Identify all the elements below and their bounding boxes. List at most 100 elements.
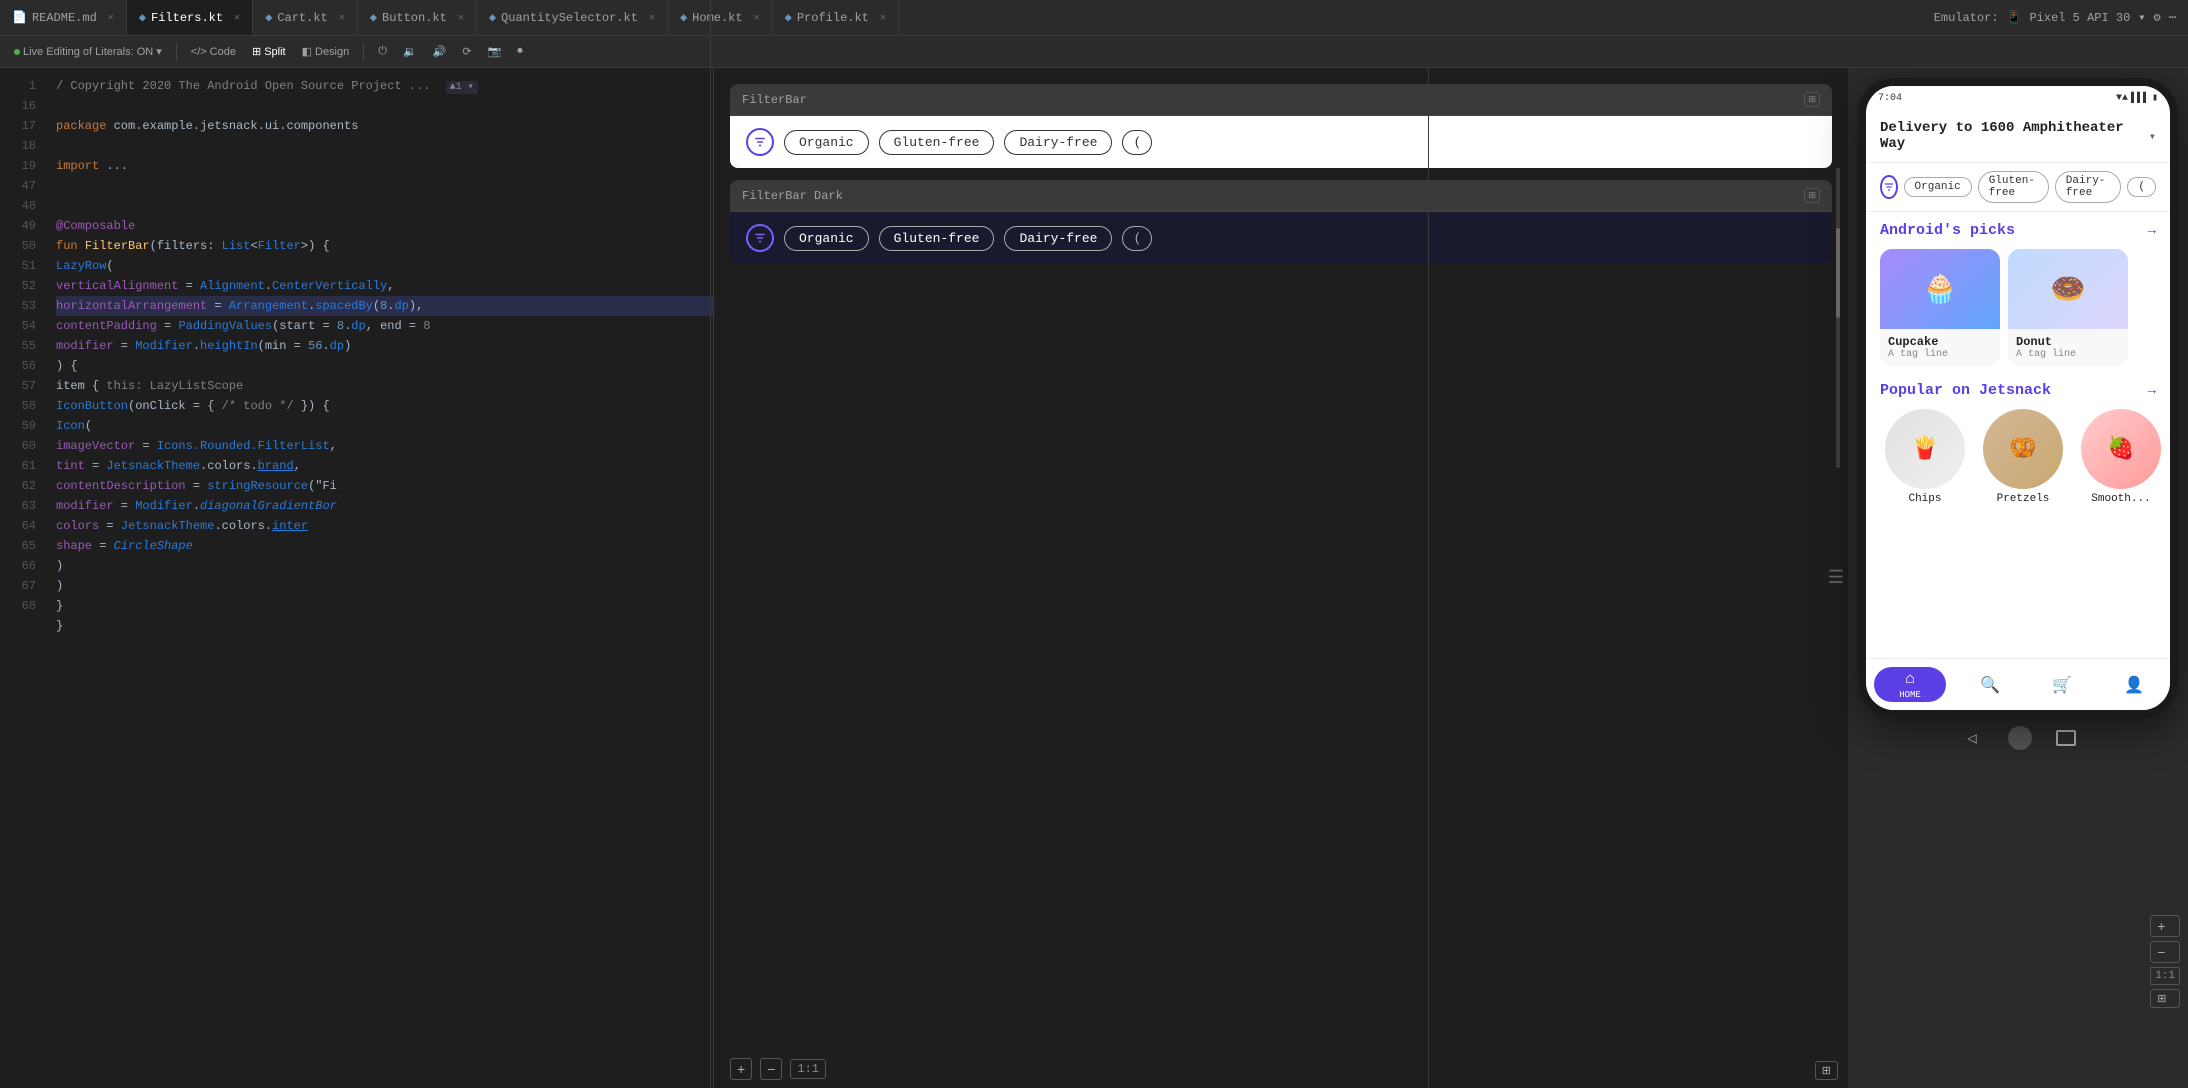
popular-arrow-icon[interactable]: → [2148, 383, 2156, 399]
chip-more-dark[interactable]: ( [1122, 226, 1152, 251]
tab-filters[interactable]: ◆ Filters.kt ✕ [127, 0, 253, 35]
phone-fit-button[interactable]: ⊞ [2150, 989, 2180, 1008]
close-icon[interactable]: ✕ [108, 12, 114, 24]
split-view-button[interactable]: ⊞ Split [246, 43, 292, 60]
signal-icon: ▌▌▌ [2131, 93, 2149, 104]
design-view-button[interactable]: ◧ Design [296, 43, 356, 60]
nav-profile[interactable]: 👤 [2098, 659, 2170, 710]
code-view-button[interactable]: </> Code [185, 44, 242, 60]
phone-chip-organic[interactable]: Organic [1904, 177, 1972, 197]
live-dot-icon [14, 49, 20, 55]
volume-up-button[interactable]: 🔊 [427, 43, 453, 60]
phone-recents-button[interactable] [2056, 730, 2076, 746]
design-icon: ◧ [302, 45, 312, 58]
tab-cart[interactable]: ◆ Cart.kt ✕ [253, 0, 358, 35]
emulator-info: Emulator: 📱 Pixel 5 API 30 ▾ ⚙ ⋯ [1922, 10, 2188, 25]
filter-list-icon[interactable] [746, 128, 774, 156]
phone-status-bar: 7:04 ▼▲ ▌▌▌ ▮ [1866, 86, 2170, 110]
phone-back-button[interactable]: ◁ [1960, 726, 1984, 750]
close-icon[interactable]: ✕ [754, 12, 760, 24]
phone-zoom-out[interactable]: − [2150, 941, 2180, 963]
kotlin-icon: ◆ [680, 10, 687, 25]
phone-home-button[interactable] [2008, 726, 2032, 750]
nav-cart[interactable]: 🛒 [2026, 659, 2098, 710]
phone-mockup-container: 7:04 ▼▲ ▌▌▌ ▮ Delivery to 1600 Amphithea… [1848, 68, 2188, 1088]
smoothie-name: Smooth... [2091, 493, 2150, 505]
filter-list-dark-icon[interactable] [746, 224, 774, 252]
pick-cupcake[interactable]: 🧁 Cupcake A tag line [1880, 249, 2000, 366]
pick-donut[interactable]: 🍩 Donut A tag line [2008, 249, 2128, 366]
drag-handle[interactable]: ☰ [1828, 567, 1844, 589]
expand-button[interactable]: ⊞ [1804, 188, 1820, 203]
phone-nav: ⌂ HOME 🔍 🛒 👤 [1866, 658, 2170, 710]
chips-image: 🍟 [1885, 409, 1965, 489]
kotlin-icon: ◆ [265, 10, 272, 25]
code-icon: </> [191, 46, 207, 58]
code-text[interactable]: / Copyright 2020 The Android Open Source… [44, 68, 713, 1088]
preview-scrollbar[interactable] [1836, 168, 1840, 468]
phone-zoom-in[interactable]: + [2150, 915, 2180, 937]
pick-donut-tagline: A tag line [2016, 349, 2120, 360]
chip-more[interactable]: ( [1122, 130, 1152, 155]
phone-filter-icon[interactable] [1880, 175, 1898, 199]
record-button[interactable]: ⏺ [511, 43, 529, 60]
rotate-button[interactable]: ⟳ [456, 43, 477, 60]
close-icon[interactable]: ✕ [339, 12, 345, 24]
close-icon[interactable]: ✕ [649, 12, 655, 24]
close-icon[interactable]: ✕ [880, 12, 886, 24]
phone-bottom-nav: ◁ [1960, 726, 2076, 750]
popular-smoothie[interactable]: 🍓 Smooth... [2076, 409, 2166, 505]
file-icon: 📄 [12, 10, 27, 25]
popular-pretzels[interactable]: 🥨 Pretzels [1978, 409, 2068, 505]
arrow-right-icon[interactable]: → [2148, 223, 2156, 239]
live-editing-toggle[interactable]: Live Editing of Literals: ON ▾ [8, 43, 168, 60]
delivery-bar[interactable]: Delivery to 1600 Amphitheater Way ▾ [1866, 110, 2170, 163]
phone-chip-dairy[interactable]: Dairy-free [2055, 171, 2122, 203]
tab-home[interactable]: ◆ Home.kt ✕ [668, 0, 773, 35]
chip-gluten-free-dark[interactable]: Gluten-free [879, 226, 995, 251]
expand-button[interactable]: ⊞ [1804, 92, 1820, 107]
more-icon[interactable]: ⋯ [2169, 10, 2176, 25]
popular-chips[interactable]: 🍟 Chips [1880, 409, 1970, 505]
zoom-level: 1:1 [790, 1059, 826, 1079]
pick-donut-name: Donut [2016, 335, 2120, 349]
chevron-down-icon: ▾ [156, 45, 162, 58]
home-icon: ⌂ [1905, 670, 1915, 688]
zoom-in-button[interactable]: + [730, 1058, 752, 1080]
phone-chip-gluten[interactable]: Gluten-free [1978, 171, 2049, 203]
preview-content: FilterBar ⊞ Organic Gluten-free Dairy-fr… [714, 68, 1848, 1088]
code-editor: 1 16 17 18 19 47 48 49 50 51 52 53 54 55… [0, 68, 714, 1088]
volume-down-button[interactable]: 🔉 [397, 43, 423, 60]
screenshot-button[interactable]: 📷 [482, 43, 508, 60]
tab-readme[interactable]: 📄 README.md ✕ [0, 0, 127, 35]
nav-home[interactable]: ⌂ HOME [1874, 667, 1946, 702]
phone-time: 7:04 [1878, 93, 1902, 104]
picks-row: 🧁 Cupcake A tag line 🍩 Donut A tag line [1866, 243, 2170, 372]
tab-profile[interactable]: ◆ Profile.kt ✕ [773, 0, 899, 35]
chip-gluten-free[interactable]: Gluten-free [879, 130, 995, 155]
chip-dairy-free[interactable]: Dairy-free [1004, 130, 1112, 155]
phone-chip-more[interactable]: ( [2127, 177, 2156, 197]
pick-cupcake-name: Cupcake [1888, 335, 1992, 349]
filterbar-dark-card: FilterBar Dark ⊞ Organic Gluten-free Dai… [730, 180, 1832, 264]
cart-icon: 🛒 [2052, 675, 2072, 695]
tab-button[interactable]: ◆ Button.kt ✕ [358, 0, 477, 35]
tab-quantity[interactable]: ◆ QuantitySelector.kt ✕ [477, 0, 668, 35]
filterbar-dark-label: FilterBar Dark [742, 189, 843, 203]
close-icon[interactable]: ✕ [234, 12, 240, 24]
fit-button[interactable]: ⊞ [1815, 1061, 1838, 1080]
donut-image: 🍩 [2008, 249, 2128, 329]
settings-icon[interactable]: ⚙ [2154, 10, 2161, 25]
chip-organic-dark[interactable]: Organic [784, 226, 869, 251]
nav-search[interactable]: 🔍 [1954, 659, 2026, 710]
split-icon: ⊞ [252, 45, 261, 58]
close-icon[interactable]: ✕ [458, 12, 464, 24]
chip-dairy-free-dark[interactable]: Dairy-free [1004, 226, 1112, 251]
kotlin-icon: ◆ [489, 10, 496, 25]
chip-organic[interactable]: Organic [784, 130, 869, 155]
power-button[interactable]: ⏻ [372, 43, 393, 60]
dropdown-chevron-icon: ▾ [2138, 10, 2145, 25]
popular-row: 🍟 Chips 🥨 Pretzels 🍓 [1866, 403, 2170, 511]
zoom-out-button[interactable]: − [760, 1058, 782, 1080]
battery-icon: ▮ [2152, 92, 2158, 104]
